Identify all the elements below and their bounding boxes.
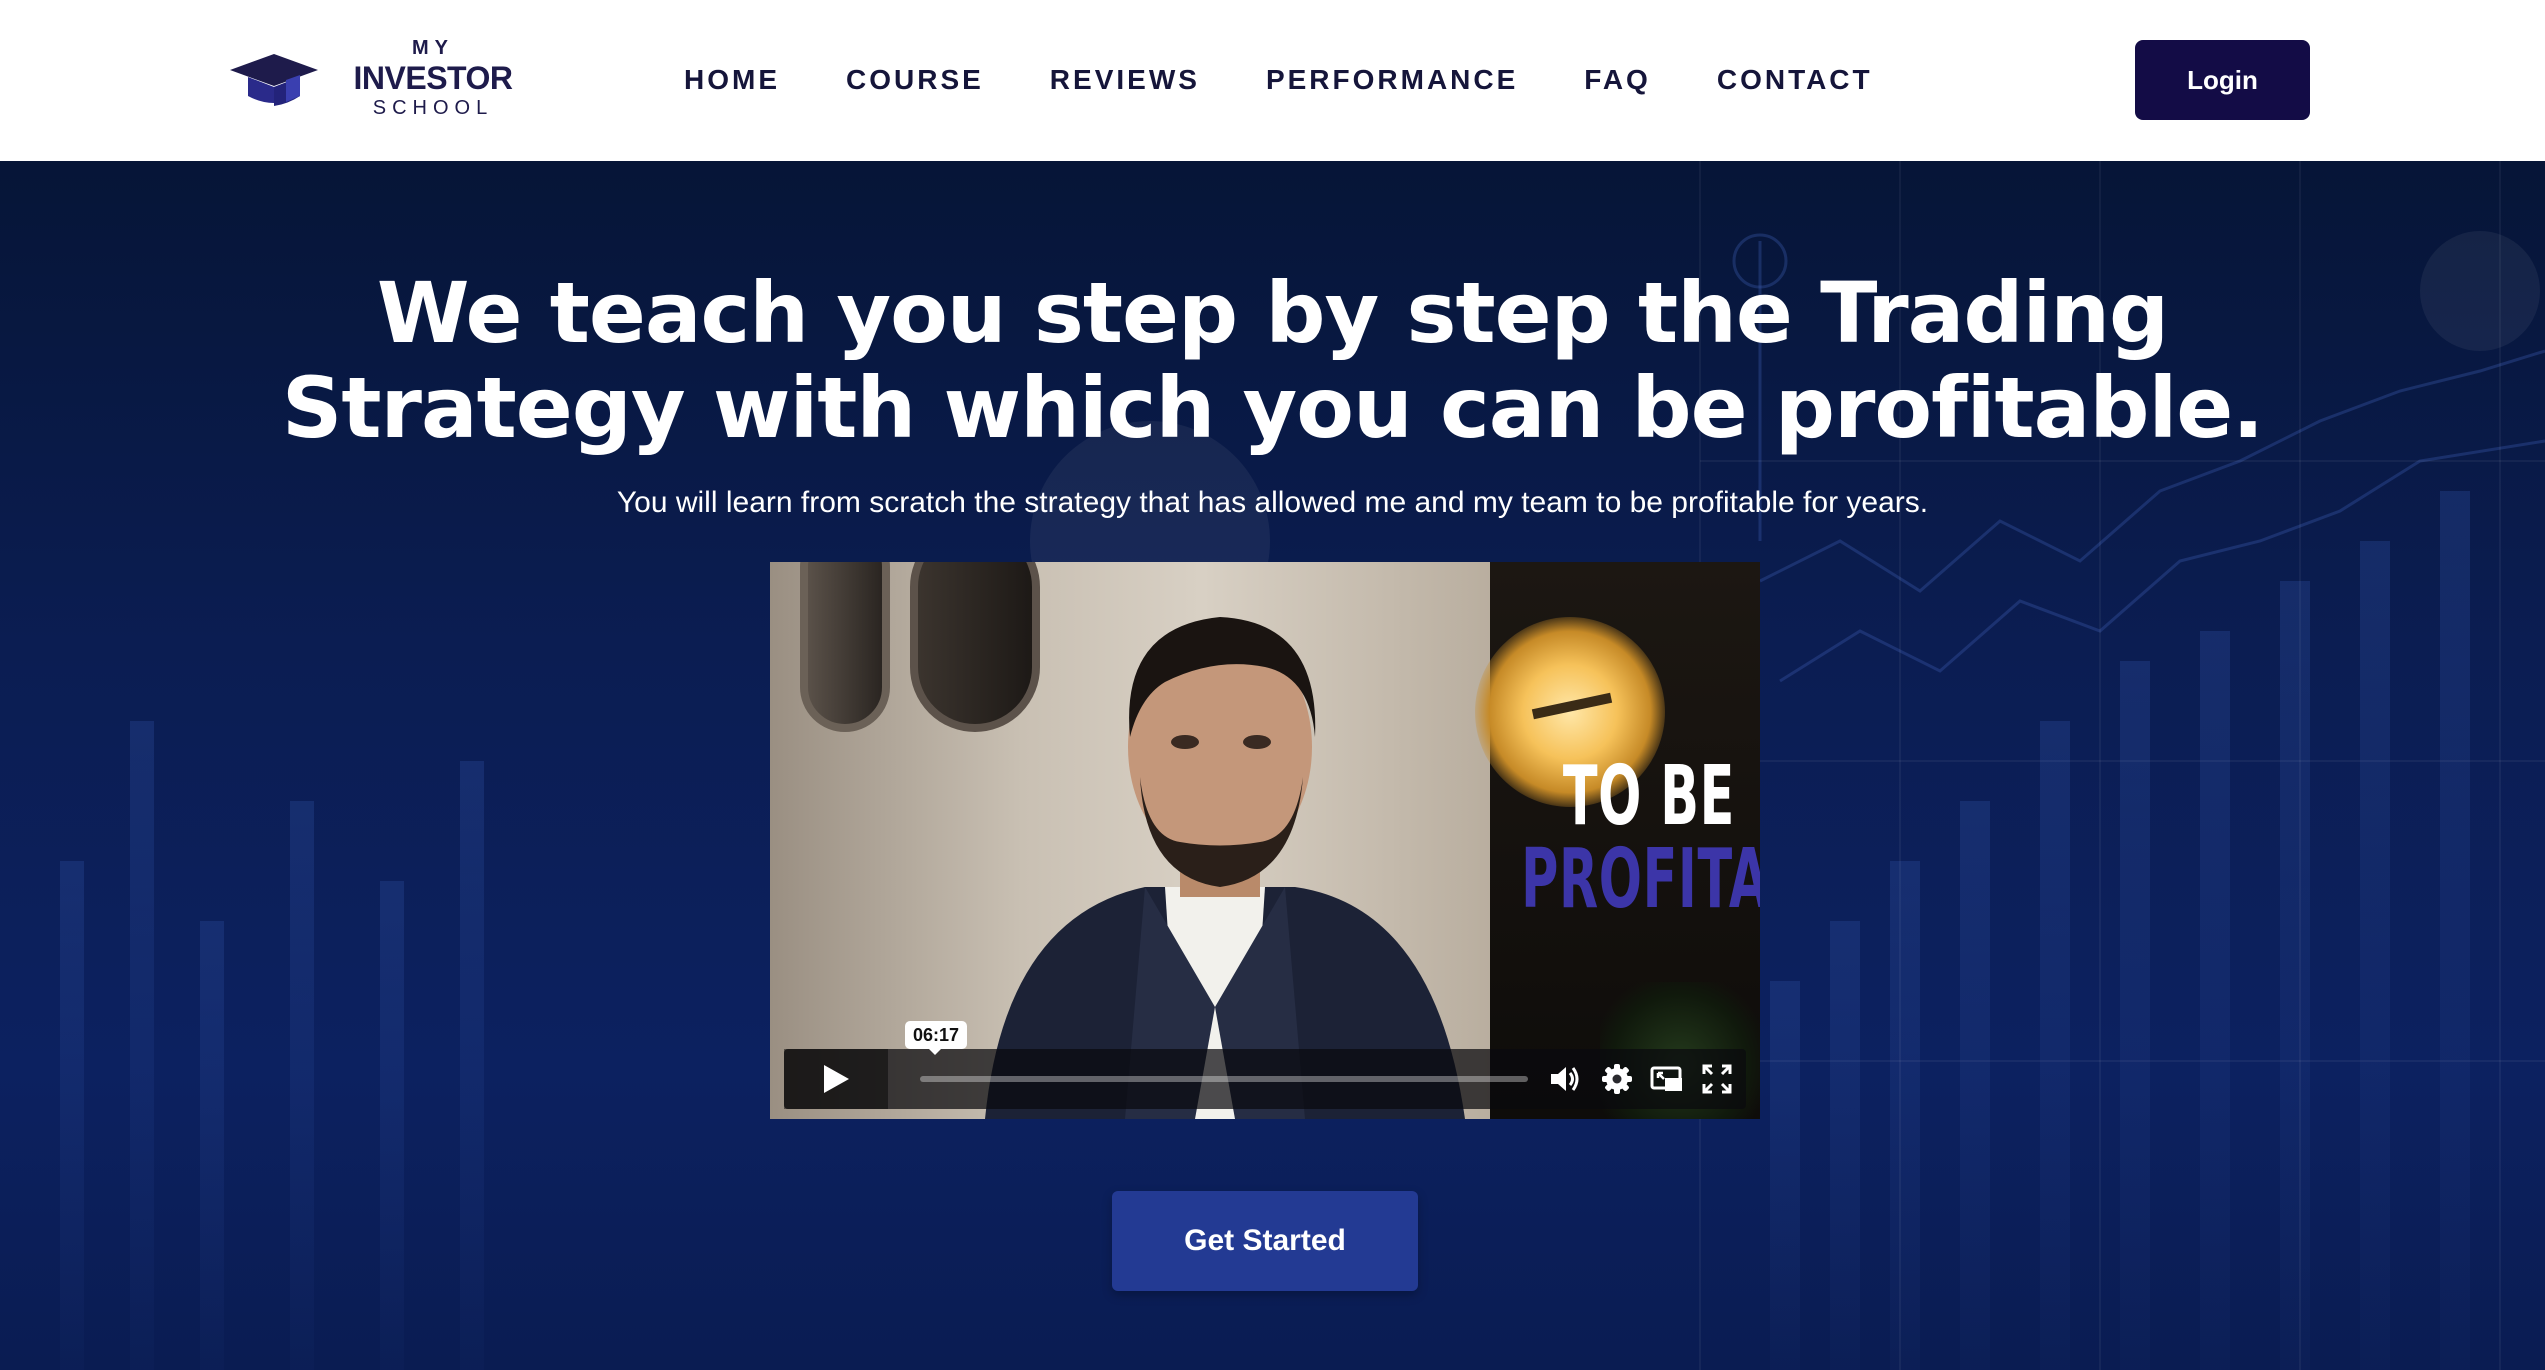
get-started-button[interactable]: Get Started xyxy=(1112,1191,1418,1291)
video-frame-mirror xyxy=(800,562,890,732)
fullscreen-button[interactable] xyxy=(1700,1062,1734,1096)
picture-in-picture-icon xyxy=(1650,1066,1682,1091)
brand-wordmark: MY INVESTOR SCHOOL xyxy=(338,36,528,120)
pip-button[interactable] xyxy=(1650,1062,1684,1096)
hero-headline: We teach you step by step the Trading St… xyxy=(281,264,2264,457)
video-overlay-line2: PROFITABLE xyxy=(1521,832,1760,927)
main-nav: HOME COURSE REVIEWS PERFORMANCE FAQ CONT… xyxy=(684,60,1873,100)
brand-line-my: MY xyxy=(412,37,454,59)
video-player[interactable]: TO BE PROFITABLE 06:17 xyxy=(770,562,1760,1119)
play-button[interactable] xyxy=(784,1049,888,1109)
volume-icon xyxy=(1551,1067,1579,1091)
video-overlay-line1: TO BE xyxy=(1562,749,1735,844)
brand-line-investor: INVESTOR xyxy=(353,60,514,96)
hero-subheadline: You will learn from scratch the strategy… xyxy=(616,486,1929,519)
play-icon xyxy=(824,1065,849,1093)
video-controls: 06:17 xyxy=(784,1021,1746,1109)
nav-contact[interactable]: CONTACT xyxy=(1717,64,1873,96)
settings-icon xyxy=(1602,1064,1632,1094)
hero-section: We teach you step by step the Trading St… xyxy=(0,161,2545,1370)
brand-line-school: SCHOOL xyxy=(372,97,494,119)
video-duration-tooltip: 06:17 xyxy=(905,1021,968,1055)
volume-button[interactable] xyxy=(1548,1062,1582,1096)
nav-reviews[interactable]: REVIEWS xyxy=(1050,64,1200,96)
nav-faq[interactable]: FAQ xyxy=(1584,64,1651,96)
video-progress-bar[interactable] xyxy=(920,1076,1528,1082)
nav-home[interactable]: HOME xyxy=(684,64,780,96)
graduation-cap-icon xyxy=(230,54,318,106)
site-header: MY INVESTOR SCHOOL HOME COURSE REVIEWS P… xyxy=(0,0,2545,161)
video-presenter xyxy=(985,617,1465,1119)
login-button[interactable]: Login xyxy=(2135,40,2310,120)
fullscreen-icon xyxy=(1702,1064,1732,1094)
brand-logo[interactable]: MY INVESTOR SCHOOL xyxy=(228,36,528,126)
video-overlay-title: TO BE PROFITABLE xyxy=(1521,749,1760,927)
settings-button[interactable] xyxy=(1600,1062,1634,1096)
nav-course[interactable]: COURSE xyxy=(846,64,984,96)
nav-performance[interactable]: PERFORMANCE xyxy=(1266,64,1518,96)
